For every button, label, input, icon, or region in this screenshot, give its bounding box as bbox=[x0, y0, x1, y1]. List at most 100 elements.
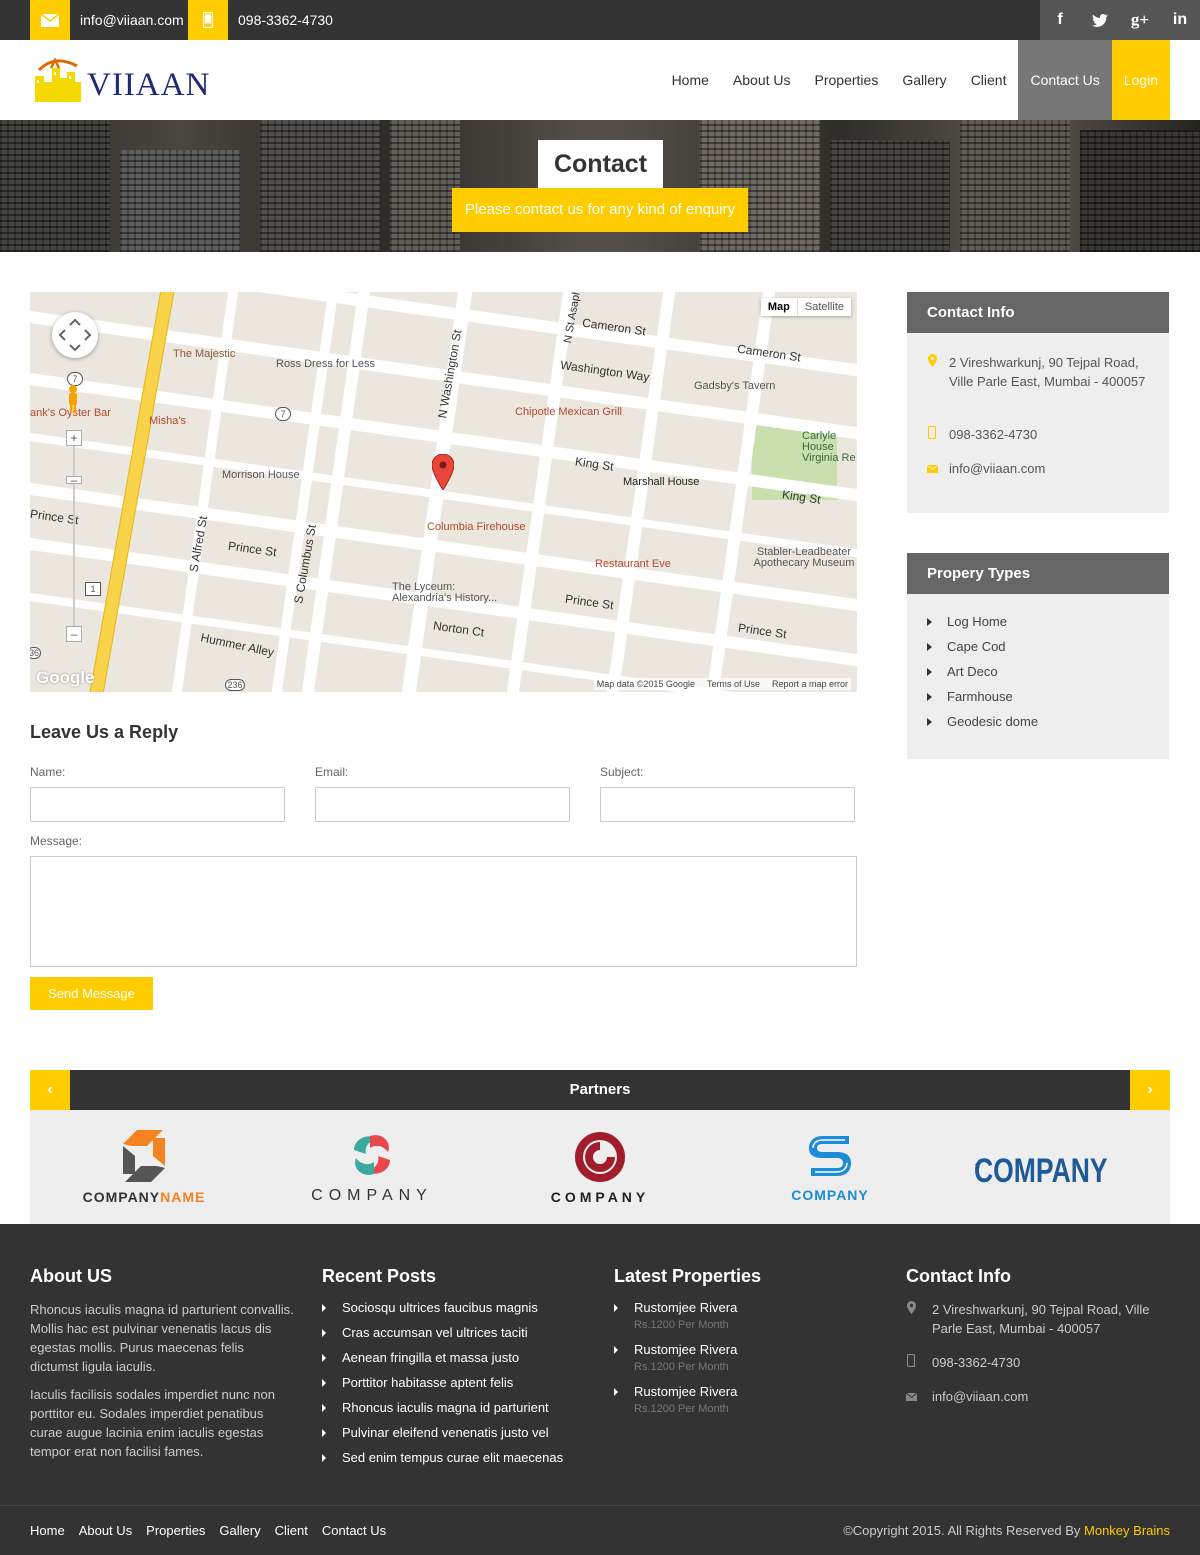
map-pin-icon bbox=[927, 353, 937, 391]
footer-nav-properties[interactable]: Properties bbox=[146, 1506, 205, 1555]
banner-building bbox=[1080, 130, 1200, 252]
poi-label: Ross Dress for Less bbox=[276, 358, 376, 370]
site-logo[interactable]: VIIAAN bbox=[33, 58, 210, 102]
recent-post-link[interactable]: Sed enim tempus curae elit maecenas bbox=[322, 1450, 563, 1465]
poi-label: Restaurant Eve bbox=[595, 558, 671, 570]
poi-label: Misha's bbox=[149, 415, 186, 427]
author-link[interactable]: Monkey Brains bbox=[1084, 1523, 1170, 1538]
zoom-track[interactable] bbox=[73, 432, 75, 632]
latest-property-link[interactable]: Rustomjee Rivera bbox=[614, 1342, 737, 1357]
name-field[interactable] bbox=[30, 787, 285, 822]
poi-label: Stabler-Leadbeater Apothecary Museum bbox=[753, 546, 855, 569]
map-type-satellite[interactable]: Satellite bbox=[796, 298, 851, 316]
partner-logo[interactable]: COMPANY bbox=[530, 1130, 670, 1205]
twitter-icon[interactable] bbox=[1080, 0, 1120, 40]
google-map[interactable]: Cameron St Cameron St Washington Way Kin… bbox=[30, 292, 857, 692]
contact-address: 2 Vireshwarkunj, 90 Tejpal Road, Ville P… bbox=[927, 353, 1152, 391]
send-message-button[interactable]: Send Message bbox=[30, 977, 153, 1010]
banner-building bbox=[830, 140, 950, 252]
street-label: Hummer Alley bbox=[199, 630, 276, 660]
nav-properties[interactable]: Properties bbox=[803, 40, 891, 120]
top-email[interactable]: info@viiaan.com bbox=[80, 0, 184, 40]
banner-building bbox=[0, 120, 110, 252]
footer-nav-client[interactable]: Client bbox=[275, 1506, 308, 1555]
map-attribution: Map data ©2015 Google Terms of Use Repor… bbox=[593, 678, 851, 690]
nav-gallery[interactable]: Gallery bbox=[890, 40, 958, 120]
zoom-slider-handle[interactable]: – bbox=[66, 474, 82, 486]
copyright-text: ©Copyright 2015. All Rights Reserved By bbox=[843, 1523, 1085, 1538]
nav-contact[interactable]: Contact Us bbox=[1018, 40, 1112, 120]
partner-logo[interactable]: COMPANY bbox=[288, 1130, 456, 1205]
nav-client[interactable]: Client bbox=[959, 40, 1019, 120]
subject-field[interactable] bbox=[600, 787, 855, 822]
page-banner: Contact Please contact us for any kind o… bbox=[0, 120, 1200, 252]
message-label: Message: bbox=[30, 834, 83, 848]
recent-post-link[interactable]: Cras accumsan vel ultrices taciti bbox=[322, 1325, 528, 1340]
banner-building bbox=[960, 120, 1070, 252]
property-type-item[interactable]: Log Home bbox=[927, 614, 1007, 629]
nav-about[interactable]: About Us bbox=[721, 40, 803, 120]
top-phone[interactable]: 098-3362-4730 bbox=[238, 0, 333, 40]
google-logo[interactable]: Google bbox=[36, 668, 95, 688]
latest-property-link[interactable]: Rustomjee Rivera bbox=[614, 1300, 737, 1315]
footer-nav-home[interactable]: Home bbox=[30, 1506, 65, 1555]
linkedin-icon[interactable]: in bbox=[1160, 0, 1200, 40]
main-nav: Home About Us Properties Gallery Client … bbox=[660, 40, 1170, 120]
latest-property-link[interactable]: Rustomjee Rivera bbox=[614, 1384, 737, 1399]
footer-about-text: Rhoncus iaculis magna id parturient conv… bbox=[30, 1302, 294, 1374]
property-type-item[interactable]: Geodesic dome bbox=[927, 714, 1038, 729]
subject-label: Subject: bbox=[600, 765, 644, 779]
banner-building bbox=[260, 120, 380, 252]
zoom-in-button[interactable]: + bbox=[66, 430, 82, 446]
recent-post-link[interactable]: Sociosqu ultrices faucibus magnis bbox=[322, 1300, 538, 1315]
page-subtitle: Please contact us for any kind of enquir… bbox=[452, 188, 748, 232]
recent-post-link[interactable]: Aenean fringilla et massa justo bbox=[322, 1350, 519, 1365]
footer-about-heading: About US bbox=[30, 1266, 112, 1286]
footer-nav-about[interactable]: About Us bbox=[79, 1506, 132, 1555]
terms-link[interactable]: Terms of Use bbox=[707, 679, 760, 689]
map-type-map[interactable]: Map bbox=[761, 298, 797, 316]
poi-label: Morrison House bbox=[222, 469, 300, 481]
latest-property-price: Rs.1200 Per Month bbox=[634, 1361, 729, 1373]
partner-logo[interactable]: COMPANY bbox=[974, 1130, 1145, 1202]
nav-login[interactable]: Login bbox=[1111, 40, 1170, 120]
message-field[interactable] bbox=[30, 856, 857, 967]
recent-post-link[interactable]: Rhoncus iaculis magna id parturient bbox=[322, 1400, 549, 1415]
banner-building bbox=[700, 120, 820, 252]
report-error-link[interactable]: Report a map error bbox=[772, 679, 848, 689]
footer-nav-gallery[interactable]: Gallery bbox=[219, 1506, 260, 1555]
header: VIIAAN Home About Us Properties Gallery … bbox=[0, 40, 1200, 120]
recent-post-link[interactable]: Porttitor habitasse aptent felis bbox=[322, 1375, 513, 1390]
property-type-item[interactable]: Farmhouse bbox=[927, 689, 1013, 704]
property-type-item[interactable]: Cape Cod bbox=[927, 639, 1006, 654]
footer-nav-contact[interactable]: Contact Us bbox=[322, 1506, 386, 1555]
chevron-left-icon[interactable]: ‹ bbox=[30, 1070, 70, 1110]
logo-text: VIIAAN bbox=[87, 67, 211, 103]
poi-label: The Majestic bbox=[173, 348, 236, 360]
contact-email: info@viiaan.com bbox=[926, 459, 1045, 478]
email-field[interactable] bbox=[315, 787, 570, 822]
partner-logo[interactable]: COMPANYNAME bbox=[68, 1130, 220, 1205]
street-label: Prince St bbox=[227, 538, 278, 560]
map-street bbox=[504, 292, 578, 692]
street-label: Prince St bbox=[564, 591, 615, 613]
pegman-icon[interactable] bbox=[66, 384, 80, 414]
map-marker-icon[interactable] bbox=[431, 453, 455, 493]
poi-label: Columbia Firehouse bbox=[427, 521, 526, 533]
chevron-right-icon[interactable]: › bbox=[1130, 1070, 1170, 1110]
contact-phone: 098-3362-4730 bbox=[927, 425, 1037, 444]
property-type-item[interactable]: Art Deco bbox=[927, 664, 998, 679]
nav-home[interactable]: Home bbox=[660, 40, 721, 120]
bottom-bar: Home About Us Properties Gallery Client … bbox=[0, 1505, 1200, 1555]
google-plus-icon[interactable]: g+ bbox=[1120, 0, 1160, 40]
recent-post-link[interactable]: Pulvinar eleifend venenatis justo vel bbox=[322, 1425, 549, 1440]
footer-nav: Home About Us Properties Gallery Client … bbox=[30, 1506, 386, 1555]
pan-control[interactable] bbox=[52, 312, 98, 358]
zoom-out-button[interactable]: – bbox=[66, 626, 82, 642]
partner-logo[interactable]: COMPANY bbox=[770, 1130, 890, 1203]
contact-info-box: Contact Info 2 Vireshwarkunj, 90 Tejpal … bbox=[907, 292, 1169, 513]
street-label: Prince St bbox=[30, 506, 80, 528]
facebook-icon[interactable]: f bbox=[1040, 0, 1080, 40]
route-shield: 1 bbox=[85, 582, 101, 596]
top-bar: info@viiaan.com 098-3362-4730 f g+ in bbox=[0, 0, 1200, 40]
